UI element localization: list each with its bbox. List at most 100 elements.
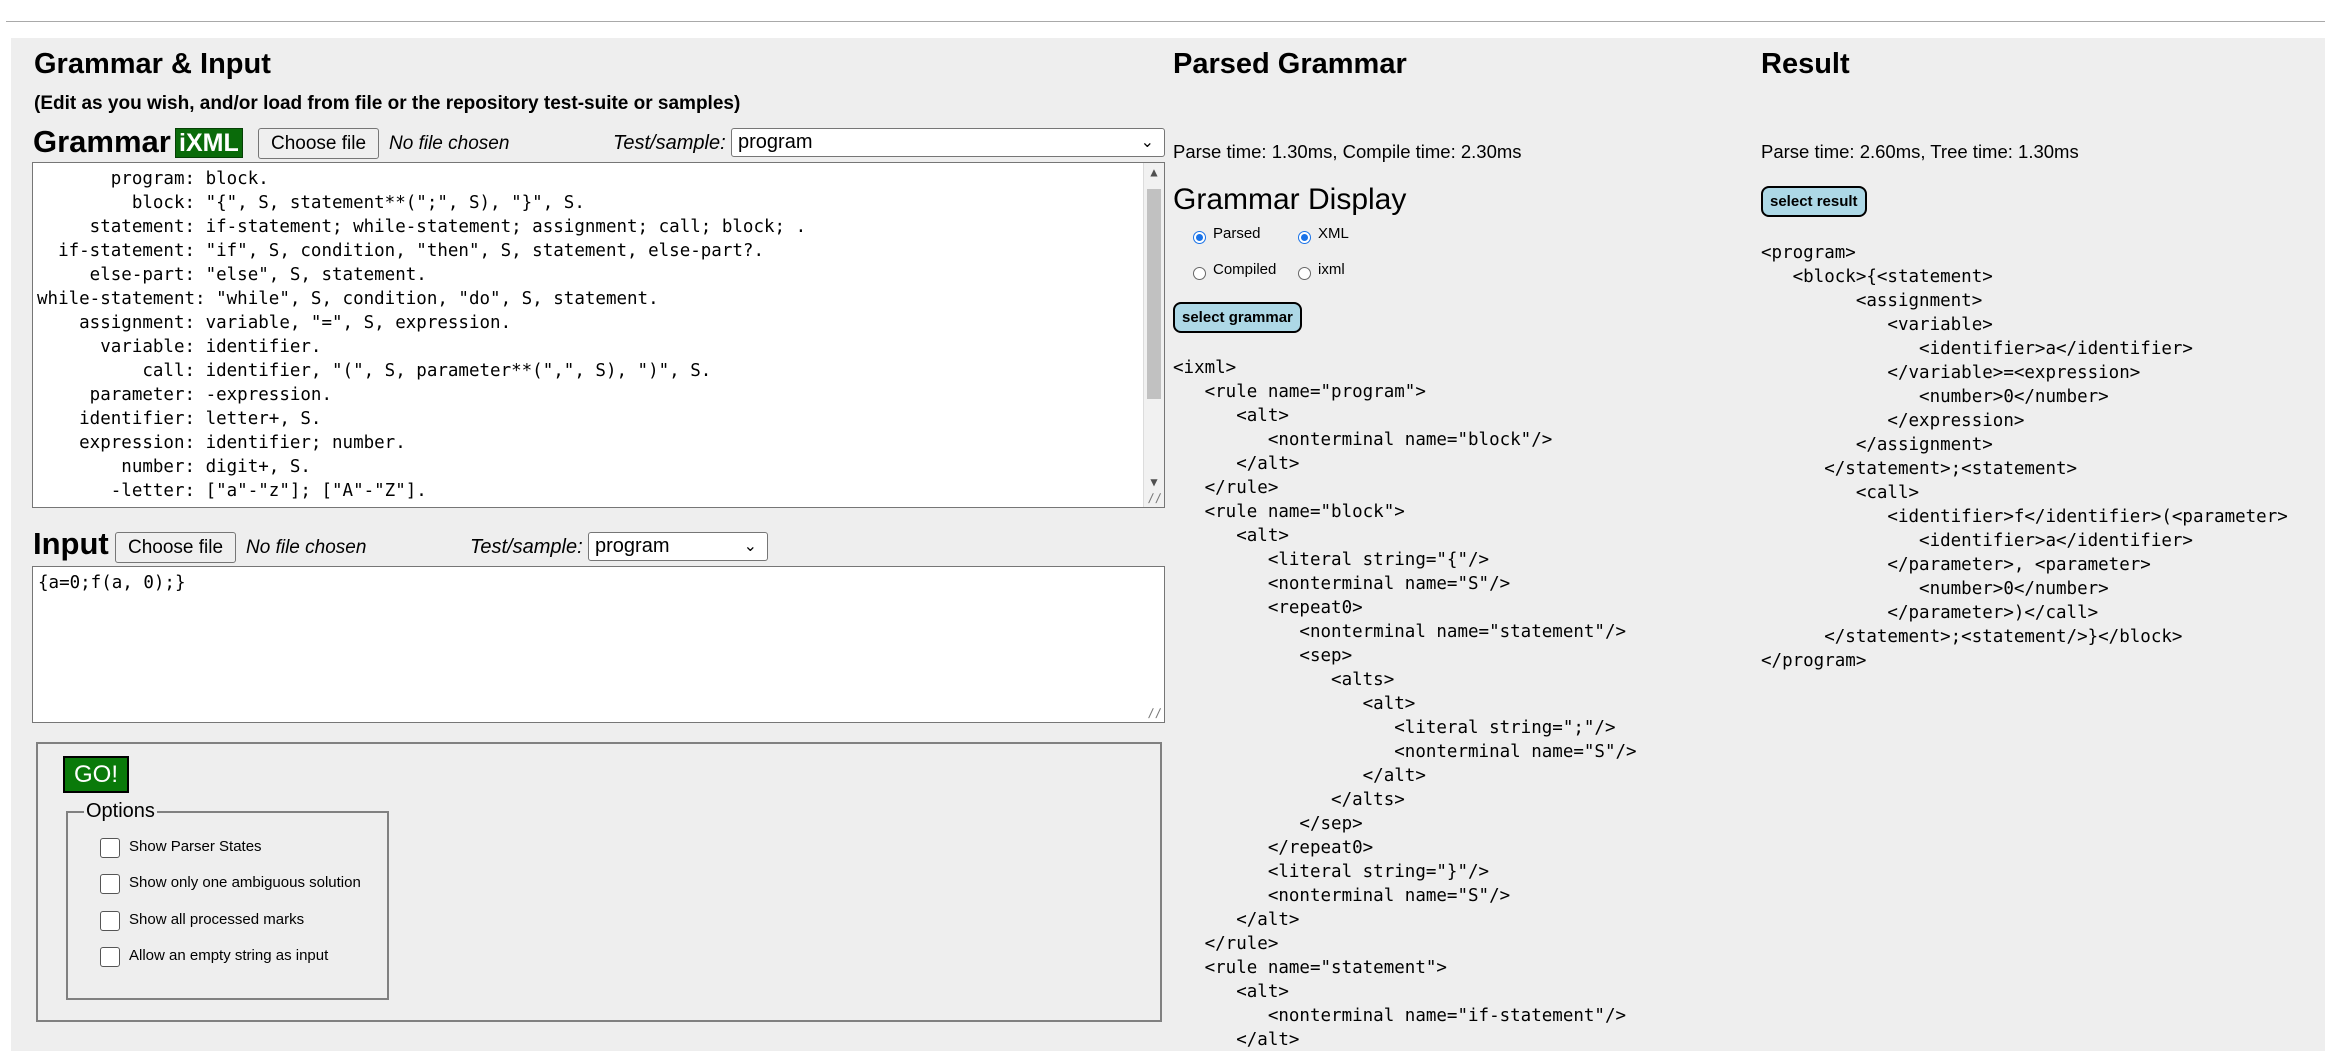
grammar-xml-line: <nonterminal name="statement"/> [1173, 622, 1627, 642]
resize-handle-icon[interactable]: ∕∕ [1148, 706, 1162, 720]
parsed-grammar-heading: Parsed Grammar [1173, 48, 1407, 80]
radio-compiled[interactable] [1193, 267, 1206, 280]
grammar-xml-line: <nonterminal name="S"/> [1173, 574, 1511, 594]
grammar-xml-line: <alt> [1173, 982, 1289, 1002]
grammar-scrollbar[interactable]: ▲ ▼ [1143, 163, 1164, 507]
result-xml-line: <assignment> [1761, 291, 1983, 311]
grammar-xml-line: <literal string="}"/> [1173, 862, 1490, 882]
result-heading: Result [1761, 48, 1850, 80]
resize-handle-icon[interactable]: ∕∕ [1148, 491, 1162, 505]
grammar-xml-output: <ixml> <rule name="program"> <alt> <nont… [1173, 356, 1637, 1052]
result-xml-line: <number>0</number> [1761, 387, 2109, 407]
go-button[interactable]: GO! [63, 756, 130, 793]
chevron-down-icon: ⌄ [1140, 134, 1154, 151]
result-xml-line: </assignment> [1761, 435, 1993, 455]
radio-xml[interactable] [1298, 231, 1311, 244]
result-xml-line: </expression> [1761, 411, 2025, 431]
go-box: GO! Options Show Parser States Show only… [36, 742, 1162, 1022]
scroll-up-icon[interactable]: ▲ [1144, 165, 1164, 179]
scroll-down-icon[interactable]: ▼ [1144, 475, 1164, 489]
result-xml-line: </variable>=<expression> [1761, 363, 2141, 383]
grammar-line: else-part: "else", S, statement. [37, 265, 427, 285]
input-no-file-text: No file chosen [246, 537, 367, 558]
grammar-label: Grammar [33, 124, 171, 159]
grammar-xml-line: <alt> [1173, 694, 1416, 714]
option-checkbox[interactable] [100, 874, 120, 894]
input-textarea[interactable]: {a=0;f(a, 0);} ∕∕ [32, 566, 1165, 723]
scroll-thumb[interactable] [1147, 189, 1161, 399]
grammar-xml-line: <nonterminal name="S"/> [1173, 886, 1511, 906]
grammar-text: program: block. block: "{", S, statement… [37, 167, 806, 503]
grammar-xml-line: </alt> [1173, 910, 1300, 930]
grammar-no-file-text: No file chosen [389, 133, 510, 154]
input-sample-select[interactable]: program ⌄ [588, 532, 768, 561]
grammar-xml-line: <ixml> [1173, 358, 1237, 378]
grammar-line: program: block. [37, 169, 269, 189]
result-xml-line: </parameter>, <parameter> [1761, 555, 2151, 575]
grammar-xml-line: <literal string="{"/> [1173, 550, 1490, 570]
grammar-line: assignment: variable, "=", S, expression… [37, 313, 512, 333]
grammar-display-heading: Grammar Display [1173, 183, 1407, 216]
grammar-xml-line: <rule name="block"> [1173, 502, 1405, 522]
parsed-grammar-stats: Parse time: 1.30ms, Compile time: 2.30ms [1173, 141, 1522, 162]
result-xml-line: </program> [1761, 651, 1867, 671]
chevron-down-icon: ⌄ [743, 538, 757, 555]
radio-ixml-label: ixml [1318, 261, 1345, 278]
grammar-line: identifier: letter+, S. [37, 409, 322, 429]
radio-parsed[interactable] [1193, 231, 1206, 244]
grammar-xml-line: </rule> [1173, 478, 1279, 498]
grammar-xml-line: <alt> [1173, 526, 1289, 546]
result-xml-line: <call> [1761, 483, 1920, 503]
result-xml-line: <identifier>f</identifier>(<parameter> [1761, 507, 2288, 527]
grammar-xml-line: </rule> [1173, 934, 1279, 954]
grammar-choose-file-button[interactable]: Choose file [258, 128, 380, 159]
grammar-line: variable: identifier. [37, 337, 322, 357]
grammar-input-heading: Grammar & Input [34, 48, 271, 80]
grammar-xml-line: <nonterminal name="block"/> [1173, 430, 1553, 450]
result-xml-line: <number>0</number> [1761, 579, 2109, 599]
radio-xml-label: XML [1318, 225, 1349, 242]
result-xml-output: <program> <block>{<statement> <assignmen… [1761, 241, 2288, 673]
option-label: Show Parser States [129, 838, 262, 855]
option-checkbox[interactable] [100, 911, 120, 931]
grammar-sample-select[interactable]: program ⌄ [731, 128, 1165, 157]
option-checkbox[interactable] [100, 838, 120, 858]
grammar-xml-line: <literal string=";"/> [1173, 718, 1616, 738]
grammar-line: call: identifier, "(", S, parameter**(",… [37, 361, 712, 381]
option-checkbox[interactable] [100, 947, 120, 967]
grammar-xml-line: </alt> [1173, 1030, 1300, 1050]
grammar-line: block: "{", S, statement**(";", S), "}",… [37, 193, 585, 213]
option-label: Show only one ambiguous solution [129, 874, 361, 891]
grammar-xml-line: </alt> [1173, 454, 1300, 474]
grammar-sample-value: program [738, 131, 813, 153]
grammar-line: -letter: ["a"-"z"]; ["A"-"Z"]. [37, 481, 427, 501]
result-stats: Parse time: 2.60ms, Tree time: 1.30ms [1761, 141, 2079, 162]
grammar-xml-line: <nonterminal name="if-statement"/> [1173, 1006, 1627, 1026]
radio-ixml[interactable] [1298, 267, 1311, 280]
grammar-xml-line: <repeat0> [1173, 598, 1363, 618]
ixml-badge: iXML [175, 128, 243, 158]
options-legend: Options [86, 800, 155, 822]
grammar-textarea[interactable]: program: block. block: "{", S, statement… [32, 162, 1165, 508]
result-xml-line: <variable> [1761, 315, 1993, 335]
grammar-xml-line: <sep> [1173, 646, 1353, 666]
input-choose-file-button[interactable]: Choose file [115, 532, 237, 563]
input-sample-value: program [595, 535, 670, 557]
grammar-line: expression: identifier; number. [37, 433, 406, 453]
radio-parsed-label: Parsed [1213, 225, 1261, 242]
grammar-line: if-statement: "if", S, condition, "then"… [37, 241, 764, 261]
select-result-button[interactable]: select result [1761, 186, 1867, 217]
grammar-xml-line: <alts> [1173, 670, 1395, 690]
grammar-xml-line: <rule name="program"> [1173, 382, 1426, 402]
grammar-xml-line: </alts> [1173, 790, 1405, 810]
option-label: Allow an empty string as input [129, 947, 329, 964]
grammar-line: while-statement: "while", S, condition, … [37, 289, 659, 309]
select-grammar-button[interactable]: select grammar [1173, 302, 1302, 333]
result-xml-line: <identifier>a</identifier> [1761, 339, 2193, 359]
input-label: Input [33, 526, 109, 561]
grammar-xml-line: <rule name="statement"> [1173, 958, 1447, 978]
input-testsample-label: Test/sample: [470, 536, 583, 558]
grammar-line: parameter: -expression. [37, 385, 333, 405]
grammar-input-subheading: (Edit as you wish, and/or load from file… [34, 93, 741, 114]
grammar-xml-line: </repeat0> [1173, 838, 1374, 858]
